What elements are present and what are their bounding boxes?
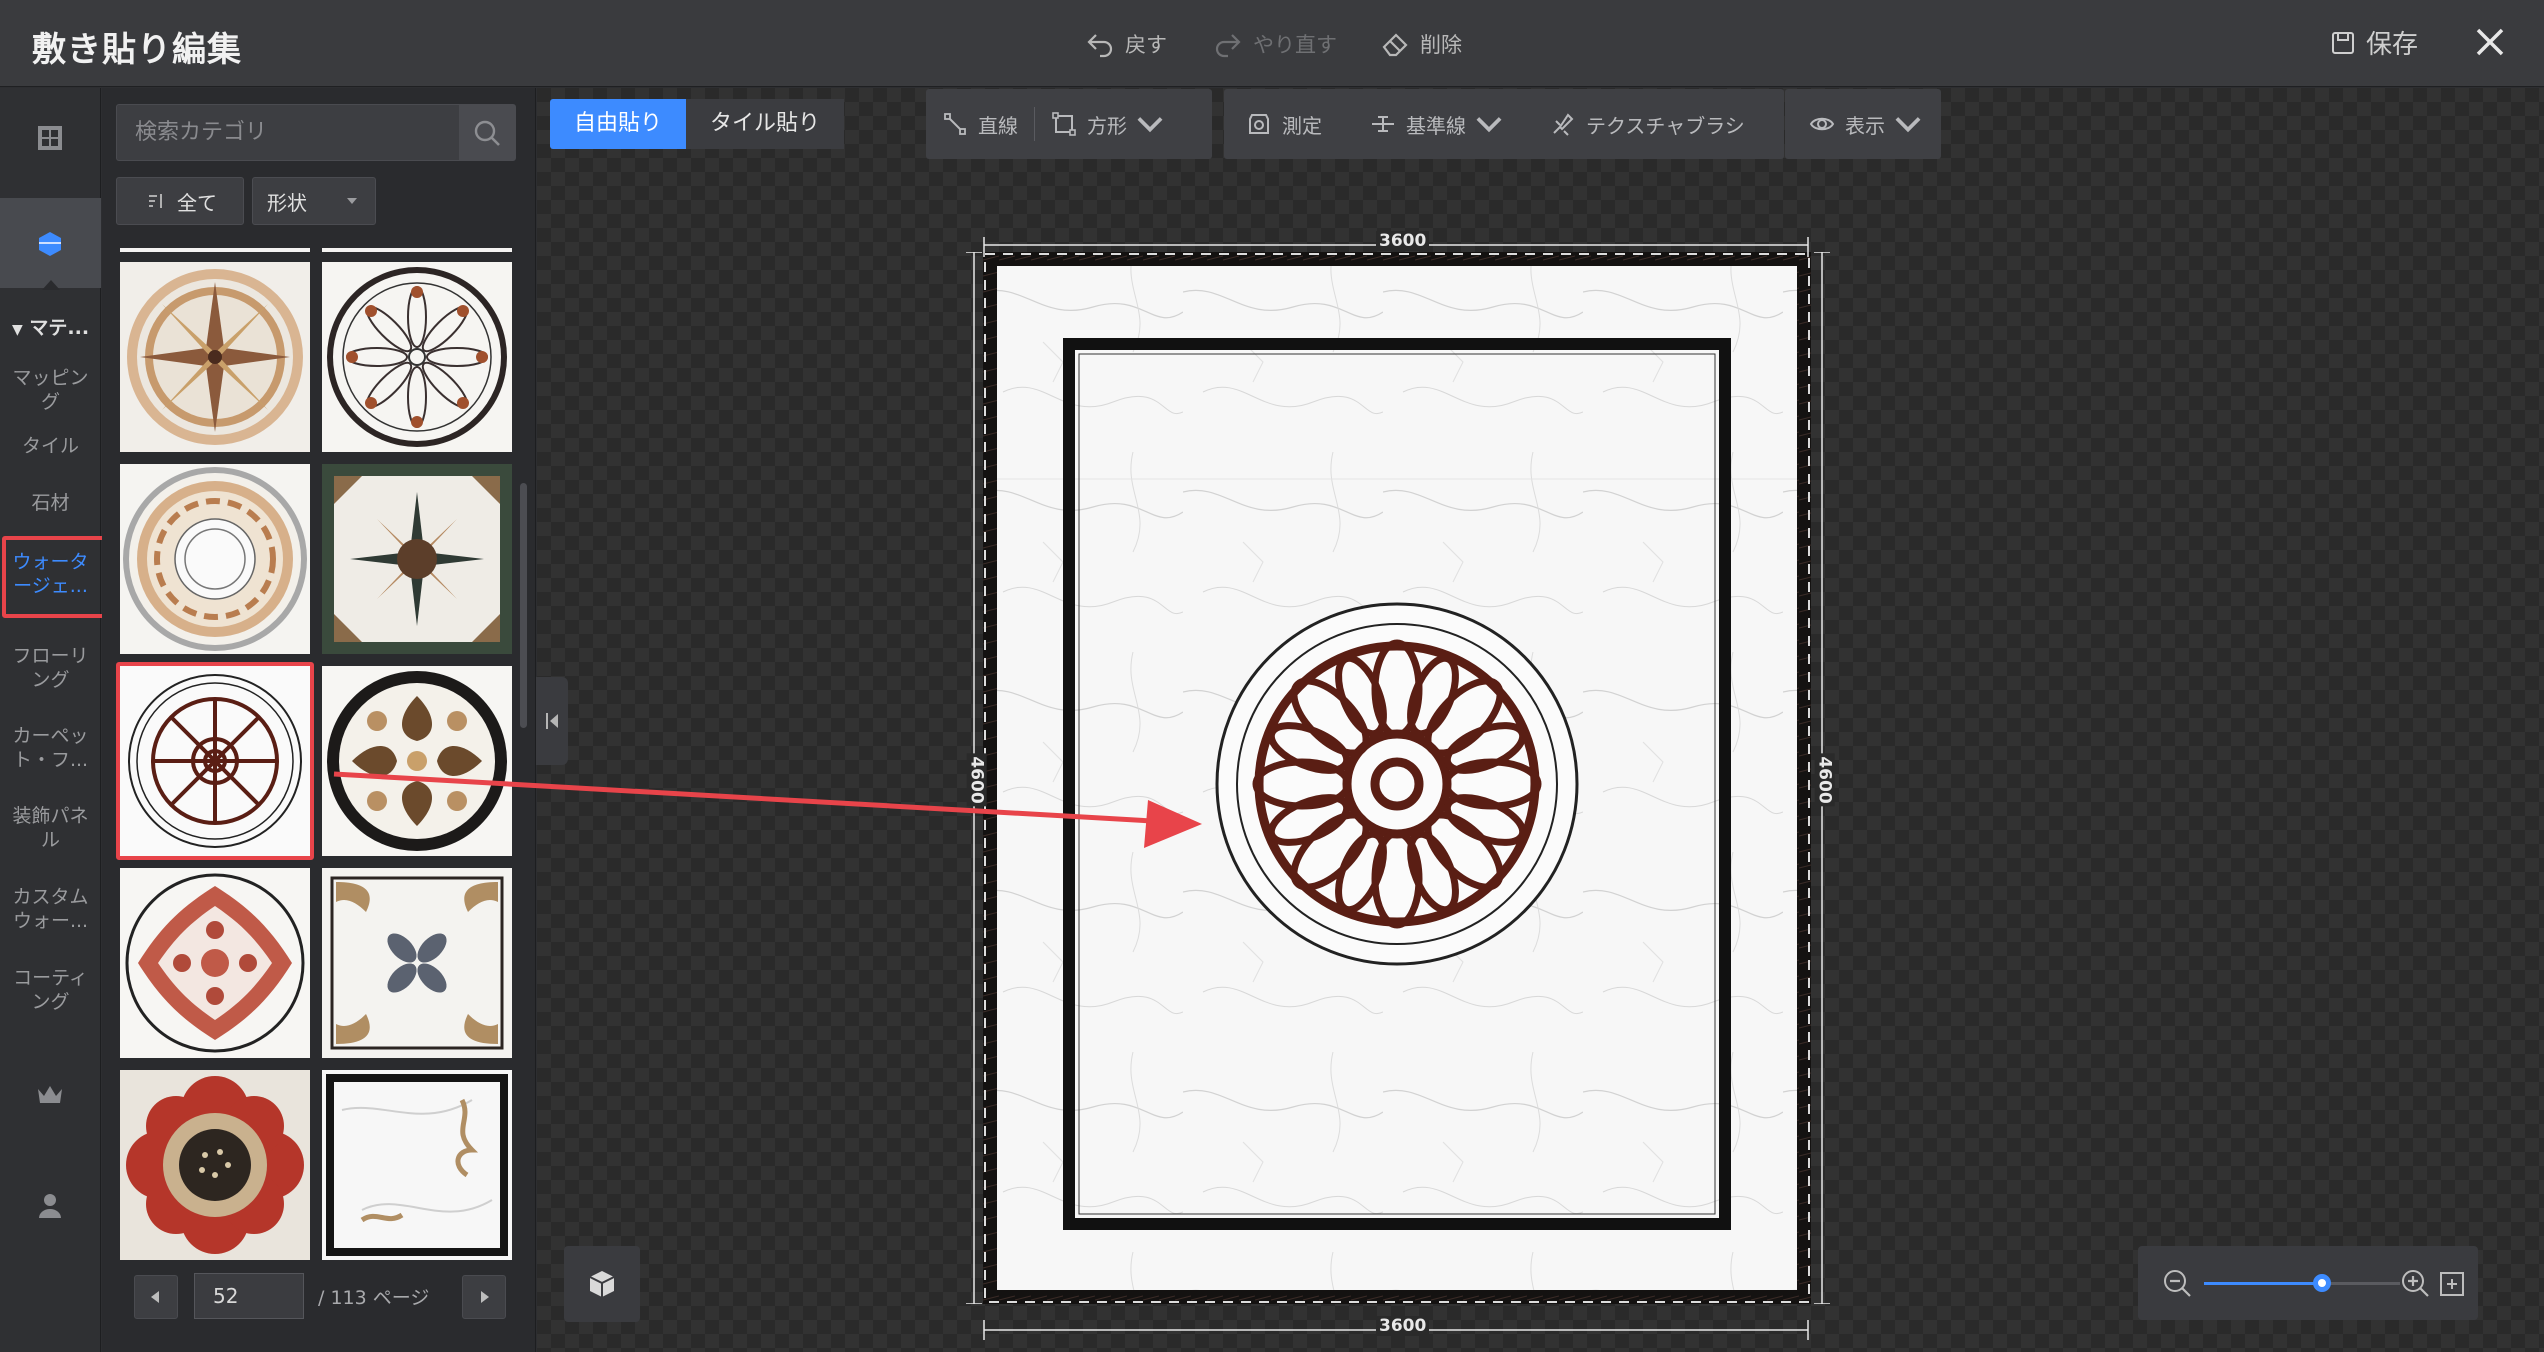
rail-item-carpet[interactable]: カーペッ ト・フ...	[0, 724, 101, 772]
thumbnail-red-flower[interactable]	[120, 1070, 310, 1260]
rail-item-stone[interactable]: 石材	[0, 491, 101, 515]
undo-icon	[1087, 34, 1113, 58]
search-button[interactable]	[459, 105, 515, 160]
thumbnail-marble-frame[interactable]	[322, 1070, 512, 1260]
catalog-scrollbar[interactable]	[520, 483, 527, 728]
zoom-out-icon[interactable]	[2162, 1268, 2194, 1300]
crown-icon[interactable]	[28, 1073, 72, 1117]
rect-tool-icon	[1052, 112, 1076, 136]
chevron-down-icon	[347, 198, 357, 204]
next-page-button[interactable]	[462, 1275, 506, 1319]
left-rail: ▼ マテ... マッピング タイル 石材 ウォータ ージェ... フローリ ング カ…	[0, 88, 108, 1352]
rail-item-tile[interactable]: タイル	[0, 434, 101, 458]
zoom-slider-fill	[2204, 1282, 2322, 1285]
zoom-slider-track[interactable]	[2204, 1274, 2400, 1292]
cube-icon	[589, 1271, 615, 1297]
line-tool-button[interactable]: 直線	[926, 89, 1034, 159]
measure-tool-button[interactable]: 測定	[1224, 89, 1338, 159]
draw-toolgroup: 直線 方形	[926, 89, 1212, 159]
rail-item-mapping[interactable]: マッピング	[0, 366, 101, 414]
pagination: 52 / 113 ページ	[102, 1263, 536, 1323]
eye-icon	[1809, 117, 1835, 131]
rail-item-flooring[interactable]: フローリ ング	[0, 644, 101, 692]
measure-icon	[1249, 114, 1269, 134]
zoom-slider-thumb[interactable]	[2312, 1274, 2331, 1292]
rect-tool-button[interactable]: 方形	[1035, 89, 1179, 159]
highlight-box-thumbnail	[116, 662, 314, 860]
dimension-top-label: 3600	[1376, 231, 1430, 251]
thumbnail-partial-1[interactable]	[120, 248, 310, 252]
baseline-tool-button[interactable]: 基準線	[1338, 89, 1518, 159]
texture-brush-icon	[1553, 113, 1574, 136]
filter-shape-select[interactable]: 形状	[252, 177, 376, 225]
chevron-right-icon	[481, 1291, 489, 1303]
rail-item-coating[interactable]: コーティ ング	[0, 966, 101, 1014]
redo-icon	[1215, 34, 1241, 58]
save-label: 保存	[2366, 30, 2419, 60]
window-title: 敷き貼り編集	[32, 30, 242, 70]
mode-free-button[interactable]: 自由貼り	[550, 99, 687, 149]
save-icon	[2332, 31, 2354, 54]
baseline-icon	[1372, 116, 1394, 132]
thumbnail-star-compass[interactable]	[120, 262, 310, 452]
delete-button[interactable]: 削除	[1380, 26, 1462, 62]
material-icon[interactable]	[28, 221, 72, 265]
zoom-control	[2138, 1246, 2478, 1320]
user-icon[interactable]	[28, 1183, 72, 1227]
prev-page-button[interactable]	[134, 1275, 178, 1319]
title-bar: 敷き貼り編集 戻す やり直す 削除 保存	[0, 0, 2544, 87]
search-icon	[474, 120, 500, 146]
redo-label: やり直す	[1253, 33, 1337, 57]
redo-button[interactable]: やり直す	[1213, 26, 1337, 62]
dimension-bottom-label: 3600	[1376, 1316, 1430, 1336]
dimension-right-label: 4600	[1814, 753, 1835, 807]
zoom-in-icon[interactable]	[2400, 1268, 2432, 1300]
texture-brush-button[interactable]: テクスチャブラシ	[1518, 89, 1761, 159]
catalog-panel: 全て 形状	[102, 88, 536, 1352]
close-icon	[2476, 28, 2504, 56]
view-toggle-button[interactable]: 表示	[1785, 89, 1937, 159]
thumbnail-compass-green[interactable]	[322, 464, 512, 654]
thumbnail-petal-rosette[interactable]	[322, 262, 512, 452]
undo-label: 戻す	[1125, 33, 1167, 57]
thumbnail-corner-ornament[interactable]	[322, 868, 512, 1058]
thumbnail-red-quatrefoil[interactable]	[120, 868, 310, 1058]
fit-view-icon[interactable]	[2438, 1270, 2466, 1298]
app-window: 敷き貼り編集 戻す やり直す 削除 保存 ▼ マテ... マッピン グ タイル …	[0, 0, 2544, 1352]
measure-toolgroup: 測定 基準線 テクスチャブラシ	[1224, 89, 1784, 159]
layout-icon[interactable]	[28, 116, 72, 160]
rail-item-deco-panel[interactable]: 装飾パネル	[0, 804, 101, 852]
delete-label: 削除	[1420, 33, 1462, 57]
mode-toggle: 自由貼り タイル貼り	[550, 99, 845, 149]
search-box	[116, 104, 516, 161]
thumbnail-scroll-ring[interactable]	[120, 464, 310, 654]
view-toolgroup: 表示	[1785, 89, 1941, 159]
collapse-left-icon	[546, 713, 558, 729]
rail-section-header[interactable]: ▼ マテ...	[12, 313, 89, 340]
mode-tile-button[interactable]: タイル貼り	[686, 99, 845, 149]
line-tool-icon	[944, 113, 966, 135]
chevron-down-icon	[1476, 117, 1502, 133]
thumbnail-partial-2[interactable]	[322, 248, 512, 252]
search-input[interactable]	[117, 105, 457, 160]
chevron-left-icon	[151, 1291, 159, 1303]
filter-all-button[interactable]: 全て	[116, 177, 244, 225]
chevron-down-icon	[1895, 117, 1921, 133]
sort-icon	[149, 194, 162, 208]
caret-up-icon	[42, 280, 60, 290]
drag-arrow	[333, 771, 1202, 848]
undo-button[interactable]: 戻す	[1085, 26, 1167, 62]
chevron-down-icon	[1137, 117, 1163, 133]
highlight-box-waterjet	[2, 536, 108, 618]
page-number-input[interactable]: 52	[194, 1273, 304, 1319]
save-button[interactable]: 保存	[2330, 24, 2418, 61]
collapse-panel-button[interactable]	[536, 677, 568, 765]
close-button[interactable]	[2470, 20, 2510, 64]
eraser-icon	[1382, 33, 1408, 57]
rail-item-custom-waterjet[interactable]: カスタム ウォー...	[0, 885, 101, 933]
page-total-label: / 113 ページ	[318, 1287, 430, 1309]
view-3d-button[interactable]	[564, 1246, 640, 1322]
